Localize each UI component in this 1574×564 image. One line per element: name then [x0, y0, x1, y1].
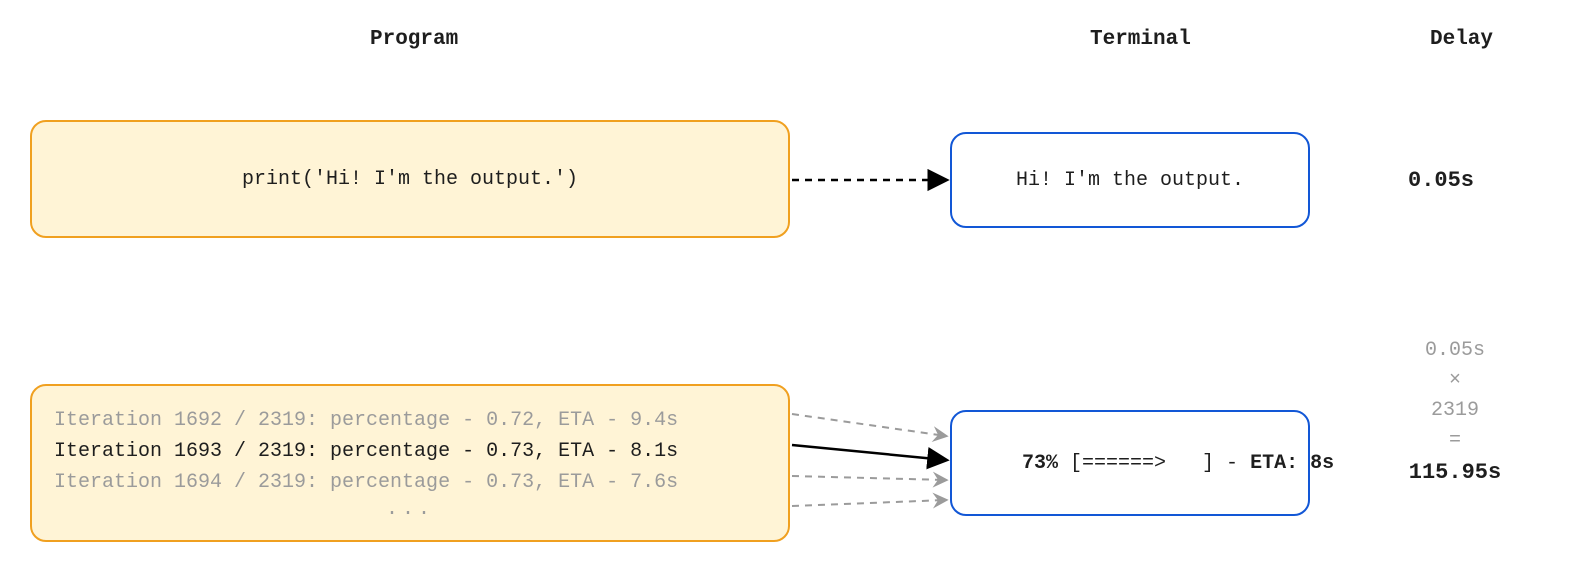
- program-code-line: print('Hi! I'm the output.'): [242, 164, 578, 195]
- terminal-progress-line: 73% [======> ] - ETA: 8s: [974, 417, 1334, 510]
- calc-equals-icon: =: [1370, 426, 1540, 456]
- iteration-ellipsis: ...: [54, 498, 766, 521]
- arrow-iter-next: [792, 476, 946, 480]
- program-box-simple: print('Hi! I'm the output.'): [30, 120, 790, 238]
- delay-calculation: 0.05s × 2319 = 115.95s: [1370, 336, 1540, 489]
- column-headers: Program Terminal Delay: [0, 28, 1574, 58]
- arrow-iter-current: [792, 445, 946, 460]
- progress-pct: 73%: [1022, 452, 1058, 475]
- header-terminal: Terminal: [1090, 28, 1191, 51]
- calc-result: 115.95s: [1370, 456, 1540, 489]
- header-program: Program: [370, 28, 458, 51]
- terminal-output-line: Hi! I'm the output.: [1016, 165, 1244, 196]
- program-box-loop: Iteration 1692 / 2319: percentage - 0.72…: [30, 384, 790, 542]
- progress-eta: ETA: 8s: [1250, 452, 1334, 475]
- calc-operand-b: 2319: [1370, 396, 1540, 426]
- iteration-line-current: Iteration 1693 / 2319: percentage - 0.73…: [54, 436, 678, 467]
- iteration-line-prev: Iteration 1692 / 2319: percentage - 0.72…: [54, 405, 678, 436]
- delay-value-simple: 0.05s: [1408, 168, 1474, 193]
- terminal-box-simple: Hi! I'm the output.: [950, 132, 1310, 228]
- progress-bar: [======> ] -: [1058, 452, 1250, 475]
- header-delay: Delay: [1430, 28, 1493, 51]
- arrow-iter-prev: [792, 414, 946, 436]
- calc-multiply-icon: ×: [1370, 366, 1540, 396]
- calc-operand-a: 0.05s: [1370, 336, 1540, 366]
- arrow-iter-ellipsis: [792, 500, 946, 506]
- iteration-line-next: Iteration 1694 / 2319: percentage - 0.73…: [54, 467, 678, 498]
- terminal-box-progress: 73% [======> ] - ETA: 8s: [950, 410, 1310, 516]
